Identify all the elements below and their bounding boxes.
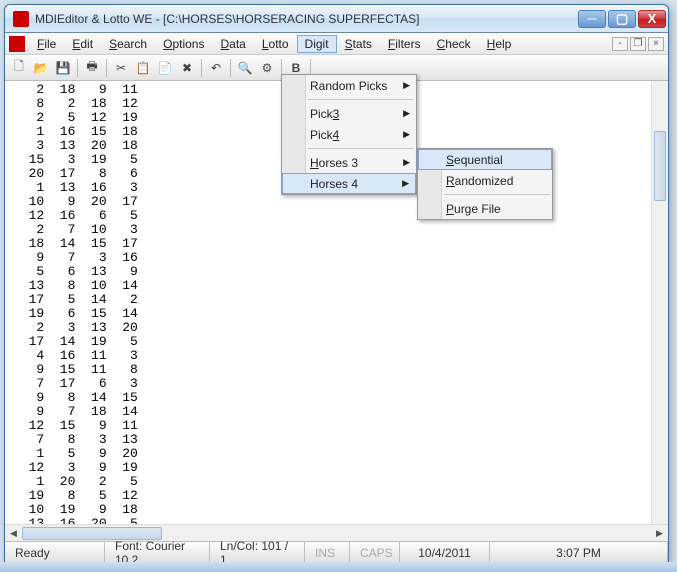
menu-data[interactable]: Data xyxy=(212,35,253,53)
scrollbar-thumb[interactable] xyxy=(654,131,666,201)
status-lncol: Ln/Col: 101 / 1 xyxy=(210,542,305,563)
maximize-button[interactable]: ▢ xyxy=(608,10,636,28)
minimize-button[interactable]: ─ xyxy=(578,10,606,28)
cut-icon[interactable]: ✂ xyxy=(111,58,131,78)
menu-edit[interactable]: Edit xyxy=(64,35,101,53)
copy-icon[interactable]: 📋 xyxy=(133,58,153,78)
scroll-right-icon[interactable]: ▶ xyxy=(651,526,668,541)
status-date: 10/4/2011 xyxy=(400,542,490,563)
vertical-scrollbar[interactable] xyxy=(651,81,668,524)
menu-options[interactable]: Options xyxy=(155,35,212,53)
window-title: MDIEditor & Lotto WE - [C:\HORSES\HORSER… xyxy=(35,12,578,26)
menu-lotto[interactable]: Lotto xyxy=(254,35,297,53)
titlebar: MDIEditor & Lotto WE - [C:\HORSES\HORSER… xyxy=(5,5,668,33)
status-time: 3:07 PM xyxy=(490,542,668,563)
menu-purge-file[interactable]: Purge File xyxy=(418,198,552,219)
menu-check[interactable]: Check xyxy=(429,35,479,53)
menu-horses-3[interactable]: Horses 3▶ xyxy=(282,152,416,173)
app-icon xyxy=(13,11,29,27)
menu-random-picks[interactable]: Random Picks▶ xyxy=(282,75,416,96)
scrollbar-thumb[interactable] xyxy=(22,527,162,540)
undo-icon[interactable]: ↶ xyxy=(206,58,226,78)
menu-pick-4[interactable]: Pick 4▶ xyxy=(282,124,416,145)
tool-icon[interactable]: ⚙ xyxy=(257,58,277,78)
menu-file[interactable]: File xyxy=(29,35,64,53)
menu-pick-3[interactable]: Pick 3▶ xyxy=(282,103,416,124)
delete-icon[interactable]: ✖ xyxy=(177,58,197,78)
status-caps: CAPS xyxy=(350,542,400,563)
mdi-close-button[interactable]: × xyxy=(648,37,664,51)
paste-icon[interactable]: 📄 xyxy=(155,58,175,78)
print-icon[interactable]: 🖶 xyxy=(82,58,102,78)
document-icon[interactable] xyxy=(9,36,25,52)
menu-sequential[interactable]: Sequential xyxy=(418,149,552,170)
menu-search[interactable]: Search xyxy=(101,35,155,53)
horizontal-scrollbar[interactable]: ◀ ▶ xyxy=(5,524,668,541)
scroll-left-icon[interactable]: ◀ xyxy=(5,526,22,541)
taskbar xyxy=(0,562,677,572)
statusbar: Ready Font: Courier 10.2 Ln/Col: 101 / 1… xyxy=(5,541,668,563)
menu-horses-4[interactable]: Horses 4▶ xyxy=(282,173,416,194)
mdi-restore-button[interactable]: ❐ xyxy=(630,37,646,51)
menubar: File Edit Search Options Data Lotto Digi… xyxy=(5,33,668,55)
horses4-submenu: Sequential Randomized Purge File xyxy=(417,148,553,220)
save-icon[interactable]: 💾 xyxy=(53,58,73,78)
status-ready: Ready xyxy=(5,542,105,563)
menu-stats[interactable]: Stats xyxy=(337,35,380,53)
new-icon[interactable]: 🗋 xyxy=(9,58,29,78)
find-icon[interactable]: 🔍 xyxy=(235,58,255,78)
status-ins: INS xyxy=(305,542,350,563)
mdi-minimize-button[interactable]: - xyxy=(612,37,628,51)
menu-help[interactable]: Help xyxy=(479,35,520,53)
menu-filters[interactable]: Filters xyxy=(380,35,429,53)
status-font: Font: Courier 10.2 xyxy=(105,542,210,563)
menu-randomized[interactable]: Randomized xyxy=(418,170,552,191)
close-button[interactable]: X xyxy=(638,10,666,28)
open-icon[interactable]: 📂 xyxy=(31,58,51,78)
digit-dropdown: Random Picks▶ Pick 3▶ Pick 4▶ Horses 3▶ … xyxy=(281,74,417,195)
menu-digit[interactable]: Digit xyxy=(297,35,337,53)
